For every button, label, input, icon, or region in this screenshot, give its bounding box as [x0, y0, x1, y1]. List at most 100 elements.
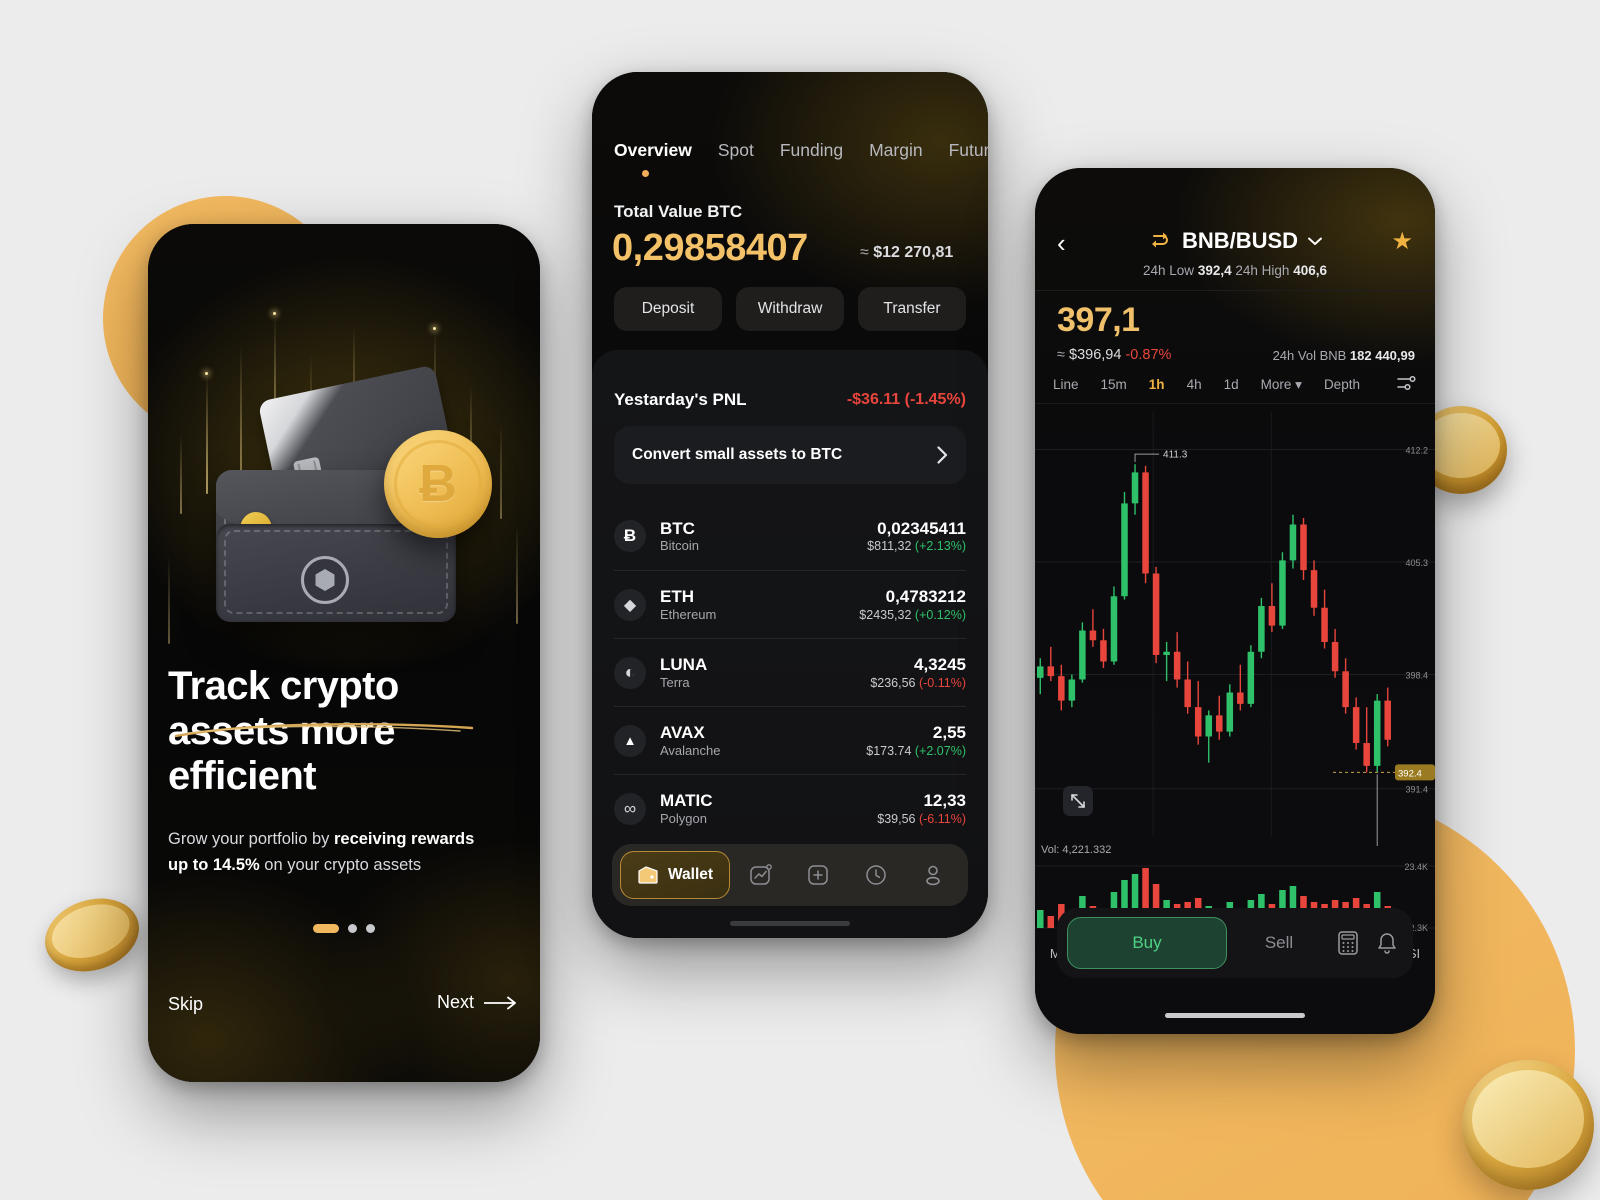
clock-icon: [866, 865, 886, 885]
skip-button[interactable]: Skip: [168, 994, 203, 1015]
sell-button[interactable]: Sell: [1233, 933, 1325, 953]
price-change-pct: -0.87%: [1125, 347, 1172, 363]
interval-4h[interactable]: 4h: [1187, 377, 1202, 392]
low-label: 24h Low: [1143, 263, 1195, 278]
wallet-tab-strip[interactable]: Overview Spot Funding Margin Futur: [614, 140, 988, 161]
phone-chart-screen: ‹ BNB/BUSD ★ 24h Low 392,4 24h High 406,…: [1035, 168, 1435, 1034]
home-indicator: [1165, 1013, 1305, 1018]
deposit-button[interactable]: Deposit: [614, 287, 722, 331]
tab-margin[interactable]: Margin: [869, 140, 923, 161]
favorite-star-icon[interactable]: ★: [1391, 230, 1413, 254]
asset-usd-value: $39,56 (-6.11%): [877, 812, 966, 826]
asset-fullname: Polygon: [660, 810, 707, 826]
asset-name-block: MATIC Polygon: [660, 791, 877, 826]
buy-button[interactable]: Buy: [1067, 917, 1227, 969]
svg-text:398.4: 398.4: [1405, 671, 1428, 681]
alerts-button[interactable]: [1370, 931, 1403, 955]
interval-depth[interactable]: Depth: [1324, 377, 1360, 392]
asset-values: 0,02345411 $811,32 (+2.13%): [867, 519, 966, 553]
approx-symbol: ≈: [860, 244, 869, 261]
calculator-button[interactable]: [1331, 930, 1364, 956]
interval-line[interactable]: Line: [1053, 377, 1079, 392]
chevron-down-icon: [1308, 237, 1323, 245]
price-usd: $396,94: [1069, 347, 1122, 363]
table-row[interactable]: ▲ AVAX Avalanche 2,55 $173.74 (+2.07%): [614, 706, 966, 774]
asset-amount: 4,3245: [914, 655, 966, 675]
asset-symbol: ETH: [660, 587, 694, 607]
wallet-3d-illustration: Ƀ: [196, 364, 496, 634]
eth-icon: ◆: [614, 588, 646, 621]
tab-futures[interactable]: Futur: [949, 140, 988, 161]
tab-history[interactable]: [849, 863, 902, 887]
wallet-hexagon-badge: [301, 556, 349, 604]
spark-line: [516, 524, 518, 624]
withdraw-button[interactable]: Withdraw: [736, 287, 844, 331]
pagination-dots[interactable]: [148, 924, 540, 933]
hexagon-icon: [315, 569, 335, 591]
tab-add[interactable]: [792, 863, 845, 887]
candlestick-chart[interactable]: 412.2405.3398.4391.4411.3392.4392.4: [1035, 406, 1435, 871]
asset-glyph: ▲: [623, 733, 637, 748]
asset-glyph: ◆: [623, 596, 637, 614]
interval-1h[interactable]: 1h: [1149, 377, 1165, 392]
asset-values: 4,3245 $236,56 (-0.11%): [870, 655, 966, 689]
next-button-label: Next: [436, 992, 474, 1012]
tab-profile[interactable]: [907, 863, 960, 887]
decorative-coin-left: [35, 886, 149, 984]
asset-symbol: MATIC: [660, 791, 713, 811]
onboarding-background: [148, 224, 540, 1082]
tab-funding[interactable]: Funding: [780, 140, 843, 161]
table-row[interactable]: ◆ ETH Ethereum 0,4783212 $2435,32 (+0.12…: [614, 570, 966, 638]
calculator-icon: [1337, 931, 1358, 955]
asset-fullname: Bitcoin: [660, 538, 700, 554]
high-value: 406,6: [1293, 263, 1327, 278]
convert-small-assets-button[interactable]: Convert small assets to BTC: [614, 426, 966, 484]
bitcoin-icon: Ƀ: [419, 455, 457, 513]
interval-15m[interactable]: 15m: [1101, 377, 1127, 392]
interval-1d[interactable]: 1d: [1224, 377, 1239, 392]
svg-text:391.4: 391.4: [1405, 785, 1428, 795]
convert-label: Convert small assets to BTC: [632, 446, 843, 463]
price-subtext: ≈ $396,94 -0.87%: [1057, 347, 1171, 363]
page-dot-3[interactable]: [366, 924, 375, 933]
approx-amount: $12 270,81: [873, 244, 954, 261]
table-row[interactable]: ◐ LUNA Terra 4,3245 $236,56 (-0.11%): [614, 638, 966, 706]
svg-text:411.3: 411.3: [1163, 450, 1188, 461]
page-dot-2[interactable]: [348, 924, 357, 933]
tab-overview[interactable]: Overview: [614, 140, 692, 161]
asset-amount: 2,55: [932, 723, 966, 743]
tab-chart[interactable]: [734, 863, 787, 887]
interval-more[interactable]: More ▾: [1261, 377, 1302, 393]
total-value-approx: ≈ $12 270,81: [860, 244, 953, 262]
next-button[interactable]: Next: [437, 992, 518, 1013]
asset-amount: 12,33: [923, 791, 966, 811]
avax-icon: ▲: [614, 724, 646, 757]
phone-onboarding-screen: Ƀ Track crypto assets more efficient Gro…: [148, 224, 540, 1082]
more-label: More: [1260, 376, 1292, 392]
asset-usd: $236,56: [870, 675, 916, 690]
bell-icon: [1377, 933, 1396, 954]
bottom-tab-bar: Wallet: [612, 844, 968, 906]
profile-icon: [926, 865, 941, 886]
asset-amount: 0,02345411: [877, 518, 966, 538]
spark-dot: [273, 312, 276, 315]
active-tab-indicator-dot: [642, 170, 649, 177]
table-row[interactable]: ∞ MATIC Polygon 12,33 $39,56 (-6.11%): [614, 774, 966, 842]
asset-usd: $811,32: [867, 539, 912, 554]
asset-change: (-6.11%): [918, 811, 966, 826]
approx-symbol: ≈: [1057, 347, 1065, 363]
asset-change: (+2.13%): [914, 539, 966, 554]
transfer-button[interactable]: Transfer: [858, 287, 966, 331]
tab-wallet[interactable]: Wallet: [620, 851, 731, 899]
vol-24h-label: 24h Vol BNB: [1272, 348, 1347, 363]
tab-spot[interactable]: Spot: [718, 140, 754, 161]
page-dot-1[interactable]: [313, 924, 339, 933]
price-block: 397,1 ≈ $396,94 -0.87% 24h Vol BNB 182 4…: [1035, 290, 1435, 368]
spark-dot: [433, 327, 436, 330]
expand-chart-button[interactable]: [1063, 786, 1093, 816]
asset-change: (+0.12%): [914, 607, 966, 622]
pair-selector[interactable]: BNB/BUSD: [1035, 228, 1435, 254]
asset-values: 2,55 $173.74 (+2.07%): [866, 723, 966, 757]
chart-settings-icon[interactable]: [1397, 375, 1417, 394]
table-row[interactable]: Ƀ BTC Bitcoin 0,02345411 $811,32 (+2.13%…: [614, 502, 966, 570]
